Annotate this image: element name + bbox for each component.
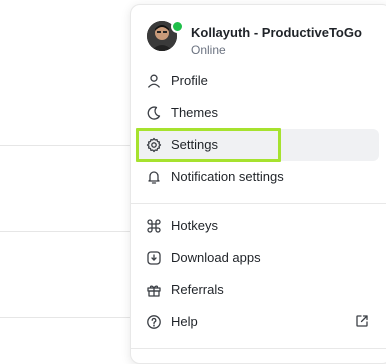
menu-item-hotkeys[interactable]: Hotkeys	[137, 210, 379, 242]
gift-icon	[146, 282, 162, 298]
command-icon	[146, 218, 162, 234]
background-divider	[0, 317, 132, 318]
background-divider	[0, 231, 132, 232]
user-icon	[146, 73, 162, 89]
menu-item-profile[interactable]: Profile	[137, 65, 379, 97]
menu-divider	[131, 348, 386, 349]
menu-item-download-apps[interactable]: Download apps	[137, 242, 379, 274]
highlight-box	[136, 128, 281, 162]
online-status-dot	[171, 20, 184, 33]
menu-item-label: Download apps	[171, 250, 261, 265]
menu-item-label: Themes	[171, 105, 218, 120]
menu-item-settings[interactable]: Settings	[136, 128, 379, 162]
menu-item-themes[interactable]: Themes	[137, 97, 379, 129]
menu-item-notification-settings[interactable]: Notification settings	[137, 161, 379, 193]
menu-divider	[131, 203, 386, 204]
menu-item-label: Profile	[171, 73, 208, 88]
moon-icon	[146, 105, 162, 121]
external-link-icon	[355, 314, 369, 328]
user-name: Kollayuth - ProductiveToGo	[191, 25, 362, 40]
app-download-icon	[146, 250, 162, 266]
bell-icon	[146, 169, 162, 185]
menu-item-label: Referrals	[171, 282, 224, 297]
menu-item-label: Hotkeys	[171, 218, 218, 233]
background-divider	[0, 145, 132, 146]
user-status: Online	[191, 43, 226, 57]
user-menu-dropdown: Kollayuth - ProductiveToGo Online Profil…	[130, 4, 386, 364]
menu-item-label: Notification settings	[171, 169, 284, 184]
menu-item-help[interactable]: Help	[137, 306, 379, 338]
help-icon	[146, 314, 162, 330]
user-header: Kollayuth - ProductiveToGo Online	[147, 20, 386, 61]
menu-item-referrals[interactable]: Referrals	[137, 274, 379, 306]
menu-item-label: Help	[171, 314, 198, 329]
